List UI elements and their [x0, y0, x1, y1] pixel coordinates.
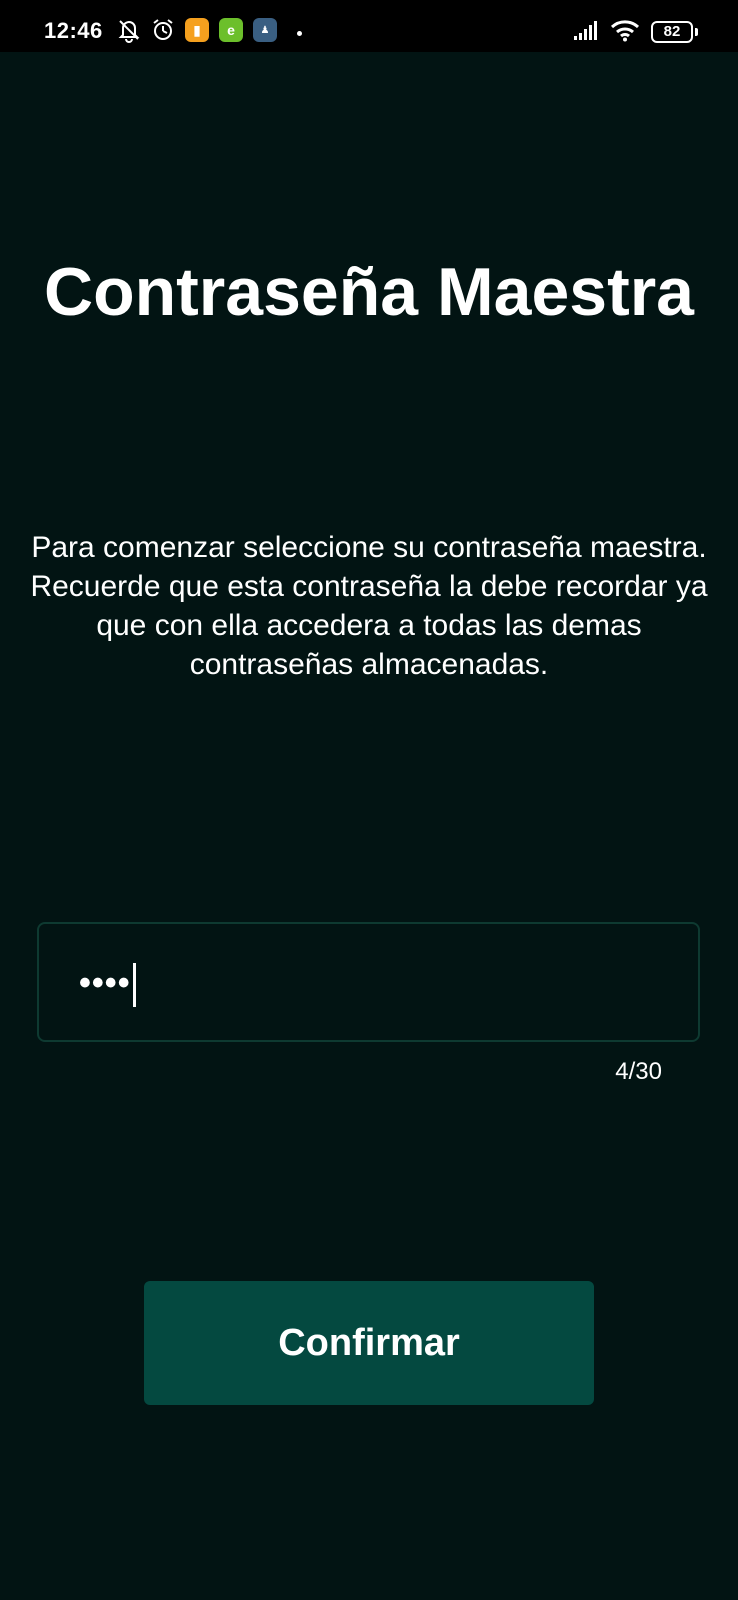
- battery-icon: 82: [651, 21, 693, 43]
- battery-level: 82: [663, 23, 681, 40]
- instructions-line-1: Para comenzar seleccione su contraseña m…: [31, 531, 707, 564]
- master-password-screen: 12:46 ▮ e ♟ 82 Contraseña Maestra Para c…: [0, 0, 738, 1600]
- signal-icon: [572, 17, 602, 43]
- text-cursor: [132, 963, 136, 1008]
- battery-tip: [695, 28, 698, 36]
- alarm-icon: [149, 17, 177, 43]
- confirm-button[interactable]: Confirmar: [144, 1281, 594, 1405]
- instructions-line-2: Recuerde que esta contraseña la debe rec…: [30, 570, 708, 681]
- password-input[interactable]: ••••: [79, 958, 136, 1008]
- wifi-icon: [609, 17, 641, 43]
- master-password-field[interactable]: ••••: [37, 922, 700, 1042]
- status-time: 12:46: [44, 18, 103, 43]
- more-notifications-dot-icon: [297, 31, 302, 36]
- instructions-text: Para comenzar seleccione su contraseña m…: [12, 528, 726, 684]
- page-title: Contraseña Maestra: [43, 254, 695, 330]
- game-notification-icon: ♟: [253, 17, 277, 43]
- password-masked-value: ••••: [79, 964, 131, 1002]
- character-counter: 4/30: [615, 1058, 662, 1085]
- app-notification-green-icon: e: [219, 17, 243, 43]
- notifications-off-icon: [115, 17, 143, 43]
- app-notification-orange-icon: ▮: [185, 17, 209, 43]
- status-bar: 12:46 ▮ e ♟ 82: [0, 0, 738, 52]
